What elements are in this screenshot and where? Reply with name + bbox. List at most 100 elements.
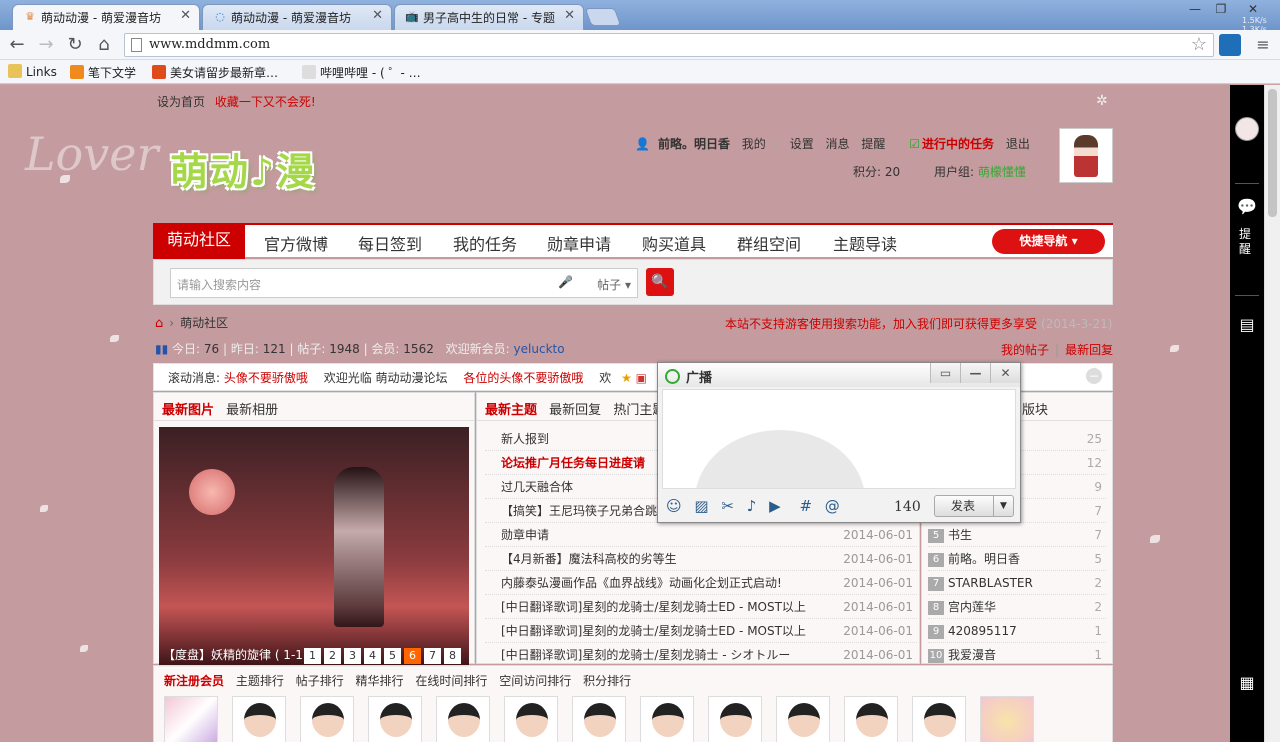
tab-post-rank[interactable]: 帖子排行 [296,674,344,688]
video-icon[interactable]: ▶ [769,497,781,515]
ranking-row[interactable]: 8 宫内莲华 2 [928,595,1106,619]
settings-link[interactable]: 设置 [790,137,814,151]
slide-page[interactable]: 5 [384,648,401,664]
image-icon[interactable]: ▨ [694,497,708,515]
browser-tab-3[interactable]: 📺 男子高中生的日常 - 专题 ✕ [394,4,584,30]
ranking-row[interactable]: 6 前略。明日香 5 [928,547,1106,571]
slide-page[interactable]: 4 [364,648,381,664]
member-avatar[interactable] [300,696,354,742]
search-button[interactable]: 🔍 [646,268,674,296]
slide-page[interactable]: 2 [324,648,341,664]
ranking-row[interactable]: 9 420895117 1 [928,619,1106,643]
nav-guide[interactable]: 主题导读 [833,231,897,255]
new-member-link[interactable]: yeluckto [514,342,565,356]
nav-signin[interactable]: 每日签到 [358,231,422,255]
bookmark-star-icon[interactable]: ☆ [1191,34,1207,55]
my-link[interactable]: 我的 [742,137,766,151]
scroll-item[interactable]: 欢迎光临 萌动动漫论坛 [324,371,448,385]
nav-weibo[interactable]: 官方微博 [264,231,328,255]
tab-points-rank[interactable]: 积分排行 [583,674,631,688]
chat-bubble-icon[interactable]: 💬 [1237,197,1257,216]
tab-close-icon[interactable]: ✕ [372,8,383,23]
ranking-row[interactable]: 5 书生 7 [928,523,1106,547]
scroll-item[interactable]: 各位的头像不要骄傲哦 [463,371,583,385]
set-home-link[interactable]: 设为首页 [157,95,205,109]
topic-row[interactable]: [中日翻译歌词]星刻的龙骑士/星刻龙骑士ED - MOST以上 2014-06-0… [485,619,917,643]
member-avatar[interactable] [980,696,1034,742]
nav-community[interactable]: 萌动社区 [153,223,245,259]
slide-caption[interactable]: 【度盘】妖精的旋律 ( 1-1 [163,646,303,663]
member-avatar[interactable] [776,696,830,742]
slide-page[interactable]: 3 [344,648,361,664]
new-tab-button[interactable] [584,8,622,26]
scrollbar-thumb[interactable] [1268,89,1277,217]
bookmark-bixia[interactable]: 笔下文学 [70,64,136,81]
collapse-icon[interactable]: − [1086,368,1102,384]
scissors-icon[interactable]: ✂ [721,497,734,515]
popup-minimize-icon[interactable]: — [960,363,990,383]
member-avatar[interactable] [436,696,490,742]
member-avatar[interactable] [368,696,422,742]
member-avatar[interactable] [708,696,762,742]
tab-topic-rank[interactable]: 主题排行 [236,674,284,688]
topic-hash-icon[interactable]: # [799,497,812,515]
mention-icon[interactable]: @ [825,497,840,515]
task-link[interactable]: 进行中的任务 [922,137,994,151]
ranking-row[interactable]: 7 STARBLASTER 2 [928,571,1106,595]
quick-nav-button[interactable]: 快捷导航 ▾ [992,229,1105,254]
group-link[interactable]: 萌檬懂懂 [978,165,1026,179]
slide-page-current[interactable]: 6 [404,648,421,664]
mic-icon[interactable]: 🎤 [558,275,573,289]
search-type-select[interactable]: 帖子 ▾ [597,276,631,293]
member-avatar[interactable] [232,696,286,742]
ranking-row[interactable]: 10 我爱漫音 1 [928,643,1106,667]
tab-latest-topics[interactable]: 最新主题 [485,403,537,418]
scroll-item[interactable]: 头像不要骄傲哦 [224,371,308,385]
tab-latest-replies[interactable]: 最新回复 [549,403,601,418]
logout-link[interactable]: 退出 [1006,137,1030,151]
notice-text[interactable]: 本站不支持游客使用搜索功能，加入我们即可获得更多享受 [725,317,1037,331]
chevron-down-icon[interactable]: ▼ [993,496,1013,516]
bookmark-bilibili[interactable]: 哔哩哔哩 - ( ゜- … [302,64,421,81]
address-bar[interactable]: www.mddmm.com ☆ [124,33,1214,57]
broadcast-textarea[interactable] [662,389,1016,489]
popup-titlebar[interactable]: 广播 ▭ — ✕ [658,363,1020,387]
member-avatar[interactable] [572,696,626,742]
tab-latest-albums[interactable]: 最新相册 [226,403,278,418]
music-icon[interactable]: ♪ [747,497,757,515]
browser-tab-2[interactable]: ◌ 萌动动漫 - 萌爱漫音坊 ✕ [202,4,392,30]
nav-medals[interactable]: 勋章申请 [547,231,611,255]
forward-icon[interactable]: → [35,34,57,56]
search-input[interactable]: 请输入搜索内容 🎤 帖子 ▾ [170,268,638,298]
qr-code-icon[interactable]: ▦ [1237,673,1257,692]
favorite-link[interactable]: 收藏一下又不会死! [215,95,316,109]
nav-shop[interactable]: 购买道具 [642,231,706,255]
image-slideshow[interactable]: 【度盘】妖精的旋律 ( 1-1 12345678 [159,427,469,667]
tab-sections[interactable]: 版块 [1022,403,1048,418]
member-avatar[interactable] [504,696,558,742]
tab-new-members[interactable]: 新注册会员 [164,674,224,688]
back-icon[interactable]: ← [6,34,28,56]
note-icon[interactable]: ▤ [1237,315,1257,334]
scroll-item[interactable]: 欢 [599,371,611,385]
tab-online-rank[interactable]: 在线时间排行 [415,674,487,688]
sidebar-avatar[interactable] [1235,117,1259,141]
extension-icon[interactable] [1219,34,1241,56]
tab-digest-rank[interactable]: 精华排行 [356,674,404,688]
tab-close-icon[interactable]: ✕ [564,8,575,23]
user-avatar[interactable] [1059,128,1113,183]
my-posts-link[interactable]: 我的帖子 [1001,343,1049,357]
member-avatar[interactable] [164,696,218,742]
username-link[interactable]: 前略。明日香 [658,137,730,151]
browser-tab-1[interactable]: ♛ 萌动动漫 - 萌爱漫音坊 ✕ [12,4,200,31]
reload-icon[interactable]: ↻ [64,34,86,56]
tab-latest-images[interactable]: 最新图片 [162,403,214,418]
slide-page[interactable]: 8 [444,648,461,664]
messages-link[interactable]: 消息 [826,137,850,151]
remind-link[interactable]: 提醒 [861,137,885,151]
popup-pin-icon[interactable]: ▭ [930,363,960,383]
member-avatar[interactable] [640,696,694,742]
topic-row[interactable]: 【4月新番】魔法科高校的劣等生 2014-06-01 [485,547,917,571]
nav-my-tasks[interactable]: 我的任务 [453,231,517,255]
nav-groups[interactable]: 群组空间 [737,231,801,255]
